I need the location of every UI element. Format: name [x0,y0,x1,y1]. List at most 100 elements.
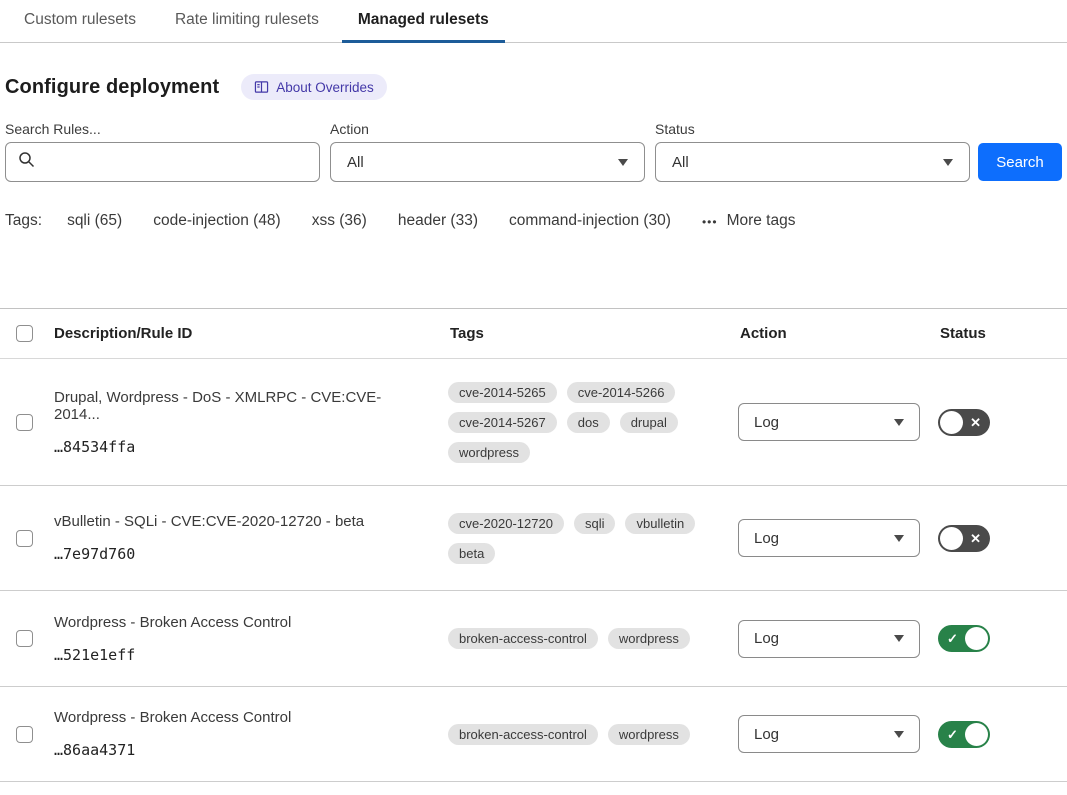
rule-action-value: Log [754,530,779,547]
toggle-state-icon: ✕ [970,532,981,545]
chevron-down-icon [894,535,904,542]
column-header-description: Description/Rule ID [52,325,448,342]
rule-tags-cell: broken-access-control wordpress [448,724,738,745]
rule-action-value: Log [754,630,779,647]
rule-description-cell: vBulletin - SQLi - CVE:CVE-2020-12720 - … [52,493,448,583]
rule-id: …84534ffa [54,438,424,456]
toggle-state-icon: ✕ [970,416,981,429]
tag-filter-sqli[interactable]: sqli (65) [67,212,122,230]
rule-id: …7e97d760 [54,545,424,563]
tab-managed-rulesets[interactable]: Managed rulesets [342,0,505,43]
table-header-row: Description/Rule ID Tags Action Status [0,309,1067,359]
tag-pill: cve-2014-5267 [448,412,557,433]
tag-pill: cve-2020-12720 [448,513,564,534]
tag-pill: broken-access-control [448,724,598,745]
rule-status-toggle[interactable]: ✕ [938,525,990,552]
tag-filter-command-injection[interactable]: command-injection (30) [509,212,671,230]
rule-description-cell: Wordpress - Broken Access Control …521e1… [52,594,448,684]
status-filter-select[interactable]: All [655,142,970,182]
toggle-state-icon: ✓ [947,632,958,645]
tag-filter-header[interactable]: header (33) [398,212,478,230]
tag-pill: wordpress [448,442,530,463]
ellipsis-icon: ••• [702,215,718,229]
rule-id: …521e1eff [54,646,424,664]
column-header-status: Status [938,325,1067,342]
table-row: Wordpress - Broken Access Control …521e1… [0,591,1067,687]
search-rules-label: Search Rules... [5,121,320,137]
rule-description: vBulletin - SQLi - CVE:CVE-2020-12720 - … [54,513,424,530]
action-filter-value: All [347,154,364,171]
status-filter-value: All [672,154,689,171]
column-header-action: Action [738,325,938,342]
chevron-down-icon [894,731,904,738]
tab-rate-limiting-rulesets[interactable]: Rate limiting rulesets [159,0,335,43]
filters-row: Search Rules... Action All Status All Se… [5,121,1067,182]
chevron-down-icon [943,159,953,166]
tag-pill: cve-2014-5265 [448,382,557,403]
toggle-state-icon: ✓ [947,728,958,741]
column-header-tags: Tags [448,325,738,342]
page-title: Configure deployment [5,76,219,99]
select-all-checkbox[interactable] [16,325,33,342]
tab-custom-rulesets[interactable]: Custom rulesets [8,0,152,43]
tag-pill: wordpress [608,628,690,649]
tag-filter-code-injection[interactable]: code-injection (48) [153,212,281,230]
book-icon [254,80,269,94]
rule-description: Drupal, Wordpress - DoS - XMLRPC - CVE:C… [54,389,424,423]
row-checkbox[interactable] [16,414,33,431]
action-filter-label: Action [330,121,645,137]
tag-pill: beta [448,543,495,564]
tag-pill: dos [567,412,610,433]
tag-pill: sqli [574,513,616,534]
rule-status-toggle[interactable]: ✕ [938,409,990,436]
tag-filter-xss[interactable]: xss (36) [312,212,367,230]
table-row: Wordpress - Broken Access Control …86aa4… [0,687,1067,782]
toggle-knob [940,411,963,434]
rule-action-select[interactable]: Log [738,519,920,557]
tag-pill: vbulletin [625,513,695,534]
chevron-down-icon [894,635,904,642]
heading-row: Configure deployment About Overrides [5,74,1067,100]
row-checkbox[interactable] [16,530,33,547]
about-overrides-badge[interactable]: About Overrides [241,74,387,100]
managed-rules-table: Description/Rule ID Tags Action Status D… [0,308,1067,782]
ruleset-tabbar: Custom rulesets Rate limiting rulesets M… [0,0,1067,43]
table-row: vBulletin - SQLi - CVE:CVE-2020-12720 - … [0,486,1067,591]
row-checkbox[interactable] [16,630,33,647]
rule-action-value: Log [754,414,779,431]
tag-pill: wordpress [608,724,690,745]
tag-pill: broken-access-control [448,628,598,649]
status-filter-label: Status [655,121,970,137]
rule-status-toggle[interactable]: ✓ [938,625,990,652]
more-tags-button[interactable]: ••• More tags [702,212,796,230]
rule-action-select[interactable]: Log [738,403,920,441]
rule-action-select[interactable]: Log [738,620,920,658]
rule-tags-cell: cve-2014-5265 cve-2014-5266 cve-2014-526… [448,382,738,463]
row-checkbox[interactable] [16,726,33,743]
rule-tags-cell: broken-access-control wordpress [448,628,738,649]
rule-id: …86aa4371 [54,741,424,759]
tag-pill: drupal [620,412,678,433]
more-tags-label: More tags [727,212,796,230]
search-rules-input[interactable] [43,143,319,181]
tags-bar: Tags: sqli (65) code-injection (48) xss … [5,212,1067,230]
toggle-knob [965,627,988,650]
chevron-down-icon [618,159,628,166]
action-filter-select[interactable]: All [330,142,645,182]
rule-action-select[interactable]: Log [738,715,920,753]
search-icon [18,151,35,173]
rule-action-value: Log [754,726,779,743]
about-overrides-label: About Overrides [276,80,374,95]
toggle-knob [965,723,988,746]
search-button[interactable]: Search [978,143,1062,181]
rule-description: Wordpress - Broken Access Control [54,709,424,726]
rule-description-cell: Drupal, Wordpress - DoS - XMLRPC - CVE:C… [52,369,448,476]
chevron-down-icon [894,419,904,426]
rule-tags-cell: cve-2020-12720 sqli vbulletin beta [448,513,738,564]
rule-description-cell: Wordpress - Broken Access Control …86aa4… [52,689,448,779]
rule-description: Wordpress - Broken Access Control [54,614,424,631]
rule-status-toggle[interactable]: ✓ [938,721,990,748]
tags-bar-label: Tags: [5,212,42,230]
table-row: Drupal, Wordpress - DoS - XMLRPC - CVE:C… [0,359,1067,486]
search-rules-box [5,142,320,182]
